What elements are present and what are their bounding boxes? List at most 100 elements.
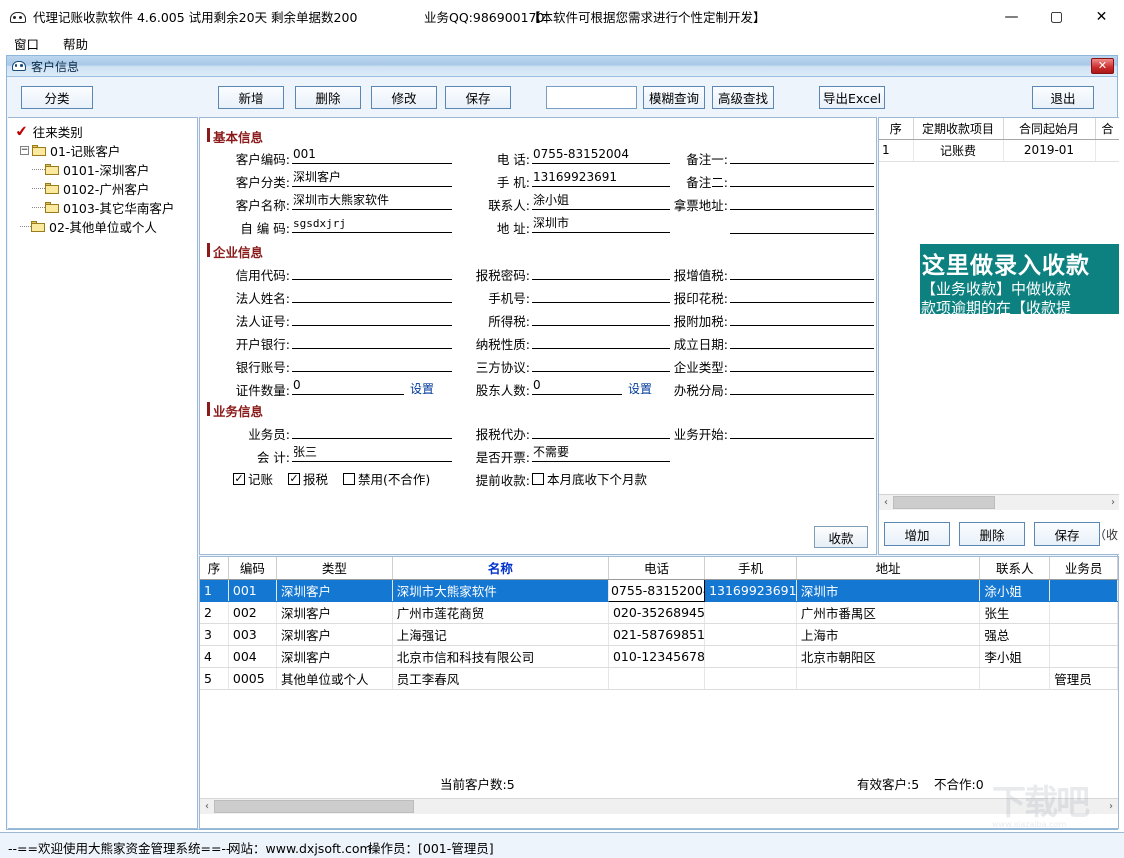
cell-业务员[interactable] <box>1049 601 1118 624</box>
cell-类型[interactable]: 深圳客户 <box>276 579 393 602</box>
tax-nature-value[interactable] <box>532 332 670 349</box>
col-item[interactable]: 定期收款项目 <box>913 118 1004 140</box>
col-header[interactable]: 名称 <box>392 557 609 580</box>
table-row[interactable]: 1 001 深圳客户 深圳市大熊家软件 0755-83152004 13169923691… <box>200 578 1118 602</box>
save-button[interactable]: 保存 <box>445 86 511 109</box>
cell-地址[interactable]: 深圳市 <box>796 579 981 602</box>
cell-序[interactable]: 2 <box>200 601 229 624</box>
checkbox-disabled[interactable]: 禁用(不合作) <box>343 469 430 488</box>
export-excel-button[interactable]: 导出Excel <box>819 86 885 109</box>
cell-地址[interactable]: 广州市番禺区 <box>796 601 981 624</box>
cell-名称[interactable]: 上海强记 <box>392 623 609 646</box>
classify-button[interactable]: 分类 <box>21 86 93 109</box>
cell-编码[interactable]: 003 <box>228 623 277 646</box>
child-close-icon[interactable]: ✕ <box>1091 58 1114 74</box>
remark-one-value[interactable] <box>730 147 874 164</box>
right-panel-horizontal-scrollbar[interactable]: ‹ › <box>879 494 1119 510</box>
grid-horizontal-scrollbar[interactable]: ‹ › <box>200 798 1118 814</box>
cell-业务员[interactable]: 管理员 <box>1049 667 1118 690</box>
cell-序[interactable]: 5 <box>200 667 229 690</box>
cell-地址[interactable] <box>796 667 981 690</box>
vat-report-value[interactable] <box>730 263 874 280</box>
cell-联系人[interactable]: 强总 <box>979 623 1051 646</box>
cell-手机[interactable] <box>704 623 797 646</box>
tripartite-agreement-value[interactable] <box>532 355 670 372</box>
remark-two-value[interactable] <box>730 170 874 187</box>
cell-类型[interactable]: 深圳客户 <box>276 623 393 646</box>
cell-序[interactable]: 4 <box>200 645 229 668</box>
mobile-value[interactable]: 13169923691 <box>532 170 670 187</box>
shareholder-count-value[interactable]: 0 <box>532 378 622 395</box>
cell-类型[interactable]: 深圳客户 <box>276 645 393 668</box>
cell-名称[interactable]: 广州市莲花商贸 <box>392 601 609 624</box>
cell-地址[interactable]: 北京市朝阳区 <box>796 645 981 668</box>
cell-编码[interactable]: 002 <box>228 601 277 624</box>
need-invoice-value[interactable]: 不需要 <box>532 445 670 462</box>
minimize-icon[interactable]: — <box>989 0 1034 33</box>
periodic-add-button[interactable]: 增加 <box>884 522 950 546</box>
checkbox-tax-filing[interactable]: ✓ 报税 <box>288 469 328 488</box>
cell-类型[interactable]: 深圳客户 <box>276 601 393 624</box>
cell-名称[interactable]: 员工李春风 <box>392 667 609 690</box>
cell-类型[interactable]: 其他单位或个人 <box>276 667 393 690</box>
cell-编码[interactable]: 0005 <box>228 667 277 690</box>
menu-item-window[interactable]: 窗口 <box>4 34 49 53</box>
document-count-settings-button[interactable]: 设置 <box>410 380 434 397</box>
stamp-tax-report-value[interactable] <box>730 286 874 303</box>
add-button[interactable]: 新增 <box>218 86 284 109</box>
document-count-value[interactable]: 0 <box>292 378 404 395</box>
table-row[interactable]: 4 004 深圳客户 北京市信和科技有限公司 010-12345678 北京市朝阳区 李小姐 <box>200 645 1118 668</box>
bank-name-value[interactable] <box>292 332 452 349</box>
customer-category-value[interactable]: 深圳客户 <box>292 170 452 187</box>
tree-node-02[interactable]: 02-其他单位或个人 <box>8 217 197 236</box>
col-header[interactable]: 编码 <box>228 557 277 580</box>
surtax-report-value[interactable] <box>730 309 874 326</box>
periodic-save-button[interactable]: 保存 <box>1034 522 1100 546</box>
collapse-icon[interactable]: − <box>20 146 29 155</box>
cell-手机[interactable] <box>704 667 797 690</box>
col-header[interactable]: 联系人 <box>979 557 1051 580</box>
cell-电话[interactable] <box>608 667 706 690</box>
tax-password-value[interactable] <box>532 263 670 280</box>
invoice-address-value[interactable] <box>730 193 874 210</box>
address-value[interactable]: 深圳市 <box>532 216 670 233</box>
cell-联系人[interactable]: 李小姐 <box>979 645 1051 668</box>
scroll-right-icon[interactable]: › <box>1106 497 1119 508</box>
contact-person-value[interactable]: 涂小姐 <box>532 193 670 210</box>
advanced-find-button[interactable]: 高级查找 <box>712 86 774 109</box>
fuzzy-query-button[interactable]: 模糊查询 <box>643 86 705 109</box>
cell-电话[interactable]: 0755-83152004 <box>607 578 706 602</box>
collect-payment-button[interactable]: 收款 <box>814 526 868 548</box>
cell-业务员[interactable] <box>1049 623 1118 646</box>
tax-agent-value[interactable] <box>532 422 670 439</box>
cell-名称[interactable]: 北京市信和科技有限公司 <box>392 645 609 668</box>
table-row[interactable]: 3 003 深圳客户 上海强记 021-58769851 上海市 强总 <box>200 623 1118 646</box>
table-row[interactable]: 2 002 深圳客户 广州市莲花商贸 020-35268945 广州市番禺区 张生 <box>200 601 1118 624</box>
col-extra[interactable]: 合 <box>1095 118 1119 140</box>
salesperson-value[interactable] <box>292 422 452 439</box>
tree-root[interactable]: ✔ 往来类别 <box>8 122 197 141</box>
cell-序[interactable]: 1 <box>200 579 229 602</box>
mobile-number-value[interactable] <box>532 286 670 303</box>
scrollbar-thumb[interactable] <box>893 496 995 509</box>
tree-node-0102[interactable]: 0102-广州客户 <box>8 179 197 198</box>
cell-手机[interactable]: 13169923691 <box>704 579 797 602</box>
table-row[interactable]: 1 记账费 2019-01 <box>879 139 1119 162</box>
tree-node-0101[interactable]: 0101-深圳客户 <box>8 160 197 179</box>
cell-地址[interactable]: 上海市 <box>796 623 981 646</box>
telephone-value[interactable]: 0755-83152004 <box>532 147 670 164</box>
search-input[interactable] <box>546 86 637 109</box>
legal-person-name-value[interactable] <box>292 286 452 303</box>
cell-序[interactable]: 3 <box>200 623 229 646</box>
col-seq[interactable]: 序 <box>879 118 914 140</box>
credit-code-value[interactable] <box>292 263 452 280</box>
business-start-value[interactable] <box>730 422 874 439</box>
col-header[interactable]: 手机 <box>704 557 797 580</box>
cell-联系人[interactable]: 张生 <box>979 601 1051 624</box>
modify-button[interactable]: 修改 <box>371 86 437 109</box>
cell-电话[interactable]: 021-58769851 <box>608 623 706 646</box>
col-header[interactable]: 地址 <box>796 557 981 580</box>
enterprise-type-value[interactable] <box>730 355 874 372</box>
menu-item-help[interactable]: 帮助 <box>53 34 98 53</box>
cell-业务员[interactable] <box>1049 645 1118 668</box>
